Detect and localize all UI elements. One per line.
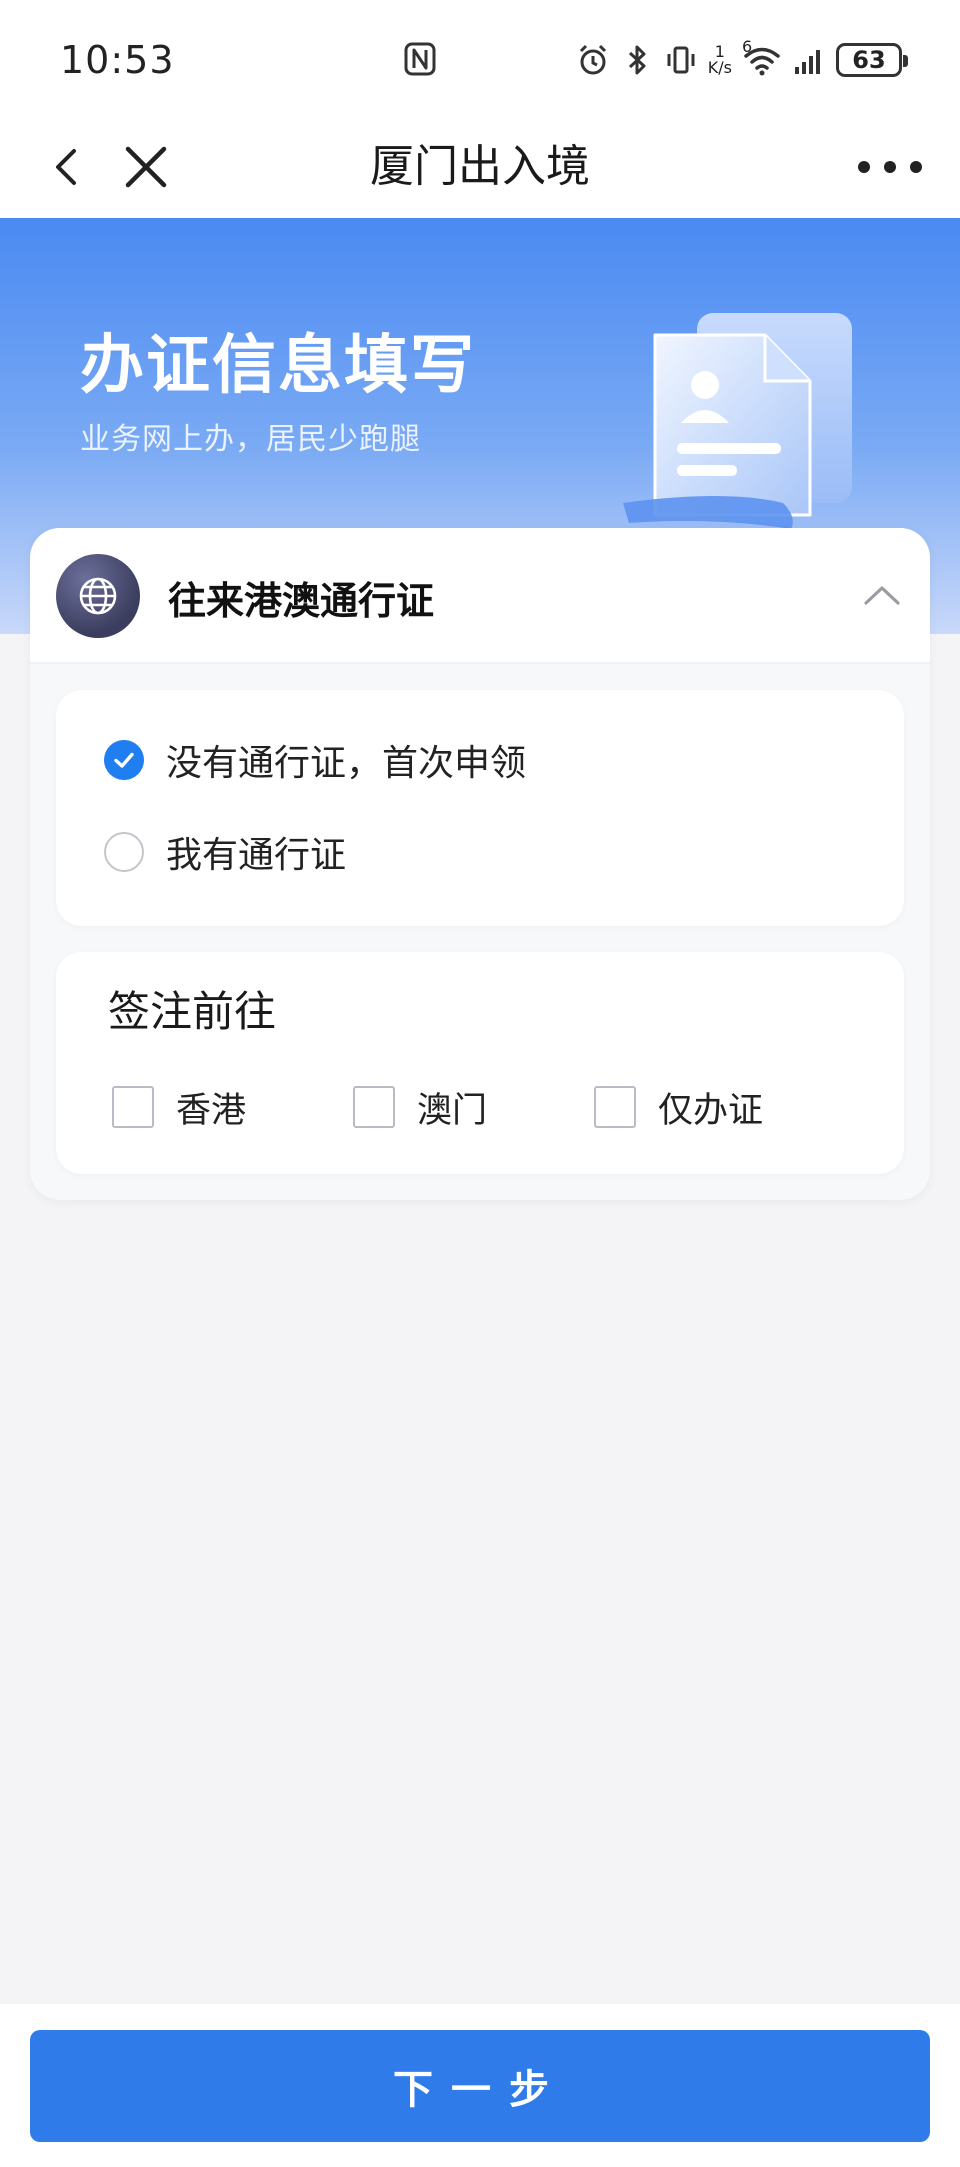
status-time: 10:53 bbox=[60, 38, 175, 82]
permit-card-header[interactable]: 往来港澳通行证 bbox=[30, 528, 930, 664]
permit-card: 往来港澳通行证 没有通行证，首次申领 我有通行证 签注前往 香港 澳门 仅办证 bbox=[30, 528, 930, 1200]
endorsement-title: 签注前往 bbox=[108, 987, 277, 1036]
checkbox-label: 香港 bbox=[176, 1090, 247, 1131]
checkbox-label: 澳门 bbox=[417, 1090, 488, 1131]
endorsement-panel: 签注前往 香港 澳门 仅办证 bbox=[56, 952, 904, 1174]
battery-icon: 63 bbox=[836, 43, 908, 77]
checkbox-macau[interactable]: 澳门 bbox=[353, 1082, 487, 1132]
globe-icon bbox=[56, 554, 140, 638]
network-speed: 1 K/s bbox=[708, 44, 732, 76]
permit-title: 往来港澳通行证 bbox=[168, 579, 435, 623]
vibrate-icon bbox=[667, 46, 695, 74]
close-icon[interactable] bbox=[116, 137, 176, 197]
chevron-up-icon[interactable] bbox=[858, 572, 906, 620]
nav-bar: 厦门出入境 bbox=[0, 115, 960, 218]
radio-label: 没有通行证，首次申领 bbox=[166, 743, 527, 784]
battery-level: 63 bbox=[852, 46, 886, 74]
checkbox-icon[interactable] bbox=[594, 1086, 636, 1128]
hero-title: 办证信息填写 bbox=[80, 329, 476, 403]
next-step-button[interactable]: 下一步 bbox=[30, 2030, 930, 2142]
network-speed-unit: K/s bbox=[707, 58, 732, 77]
chevron-left-icon[interactable] bbox=[38, 137, 98, 197]
radio-option-have-permit[interactable]: 我有通行证 bbox=[104, 822, 346, 882]
nfc-icon bbox=[404, 42, 436, 76]
radio-checked-icon[interactable] bbox=[104, 740, 144, 780]
document-illustration-icon bbox=[623, 313, 852, 529]
permit-status-options: 没有通行证，首次申领 我有通行证 bbox=[56, 690, 904, 926]
checkbox-icon[interactable] bbox=[112, 1086, 154, 1128]
hero-subtitle: 业务网上办，居民少跑腿 bbox=[80, 422, 421, 457]
checkbox-hong-kong[interactable]: 香港 bbox=[112, 1082, 246, 1132]
radio-option-first-application[interactable]: 没有通行证，首次申领 bbox=[104, 730, 526, 790]
radio-unchecked-icon[interactable] bbox=[104, 832, 144, 872]
status-bar: 10:53 1 K/s 6 63 bbox=[0, 0, 960, 115]
more-dots-icon[interactable] bbox=[850, 137, 930, 197]
wifi-icon: 6 bbox=[742, 37, 782, 77]
checkbox-label: 仅办证 bbox=[658, 1090, 764, 1131]
alarm-icon bbox=[579, 44, 606, 75]
footer-bar: 下一步 bbox=[0, 2004, 960, 2167]
checkbox-permit-only[interactable]: 仅办证 bbox=[594, 1082, 763, 1132]
status-icons: 1 K/s 6 63 bbox=[576, 37, 908, 82]
bluetooth-icon bbox=[628, 45, 646, 75]
checkbox-icon[interactable] bbox=[353, 1086, 395, 1128]
cell-signal-icon bbox=[795, 50, 820, 74]
radio-label: 我有通行证 bbox=[166, 835, 347, 876]
